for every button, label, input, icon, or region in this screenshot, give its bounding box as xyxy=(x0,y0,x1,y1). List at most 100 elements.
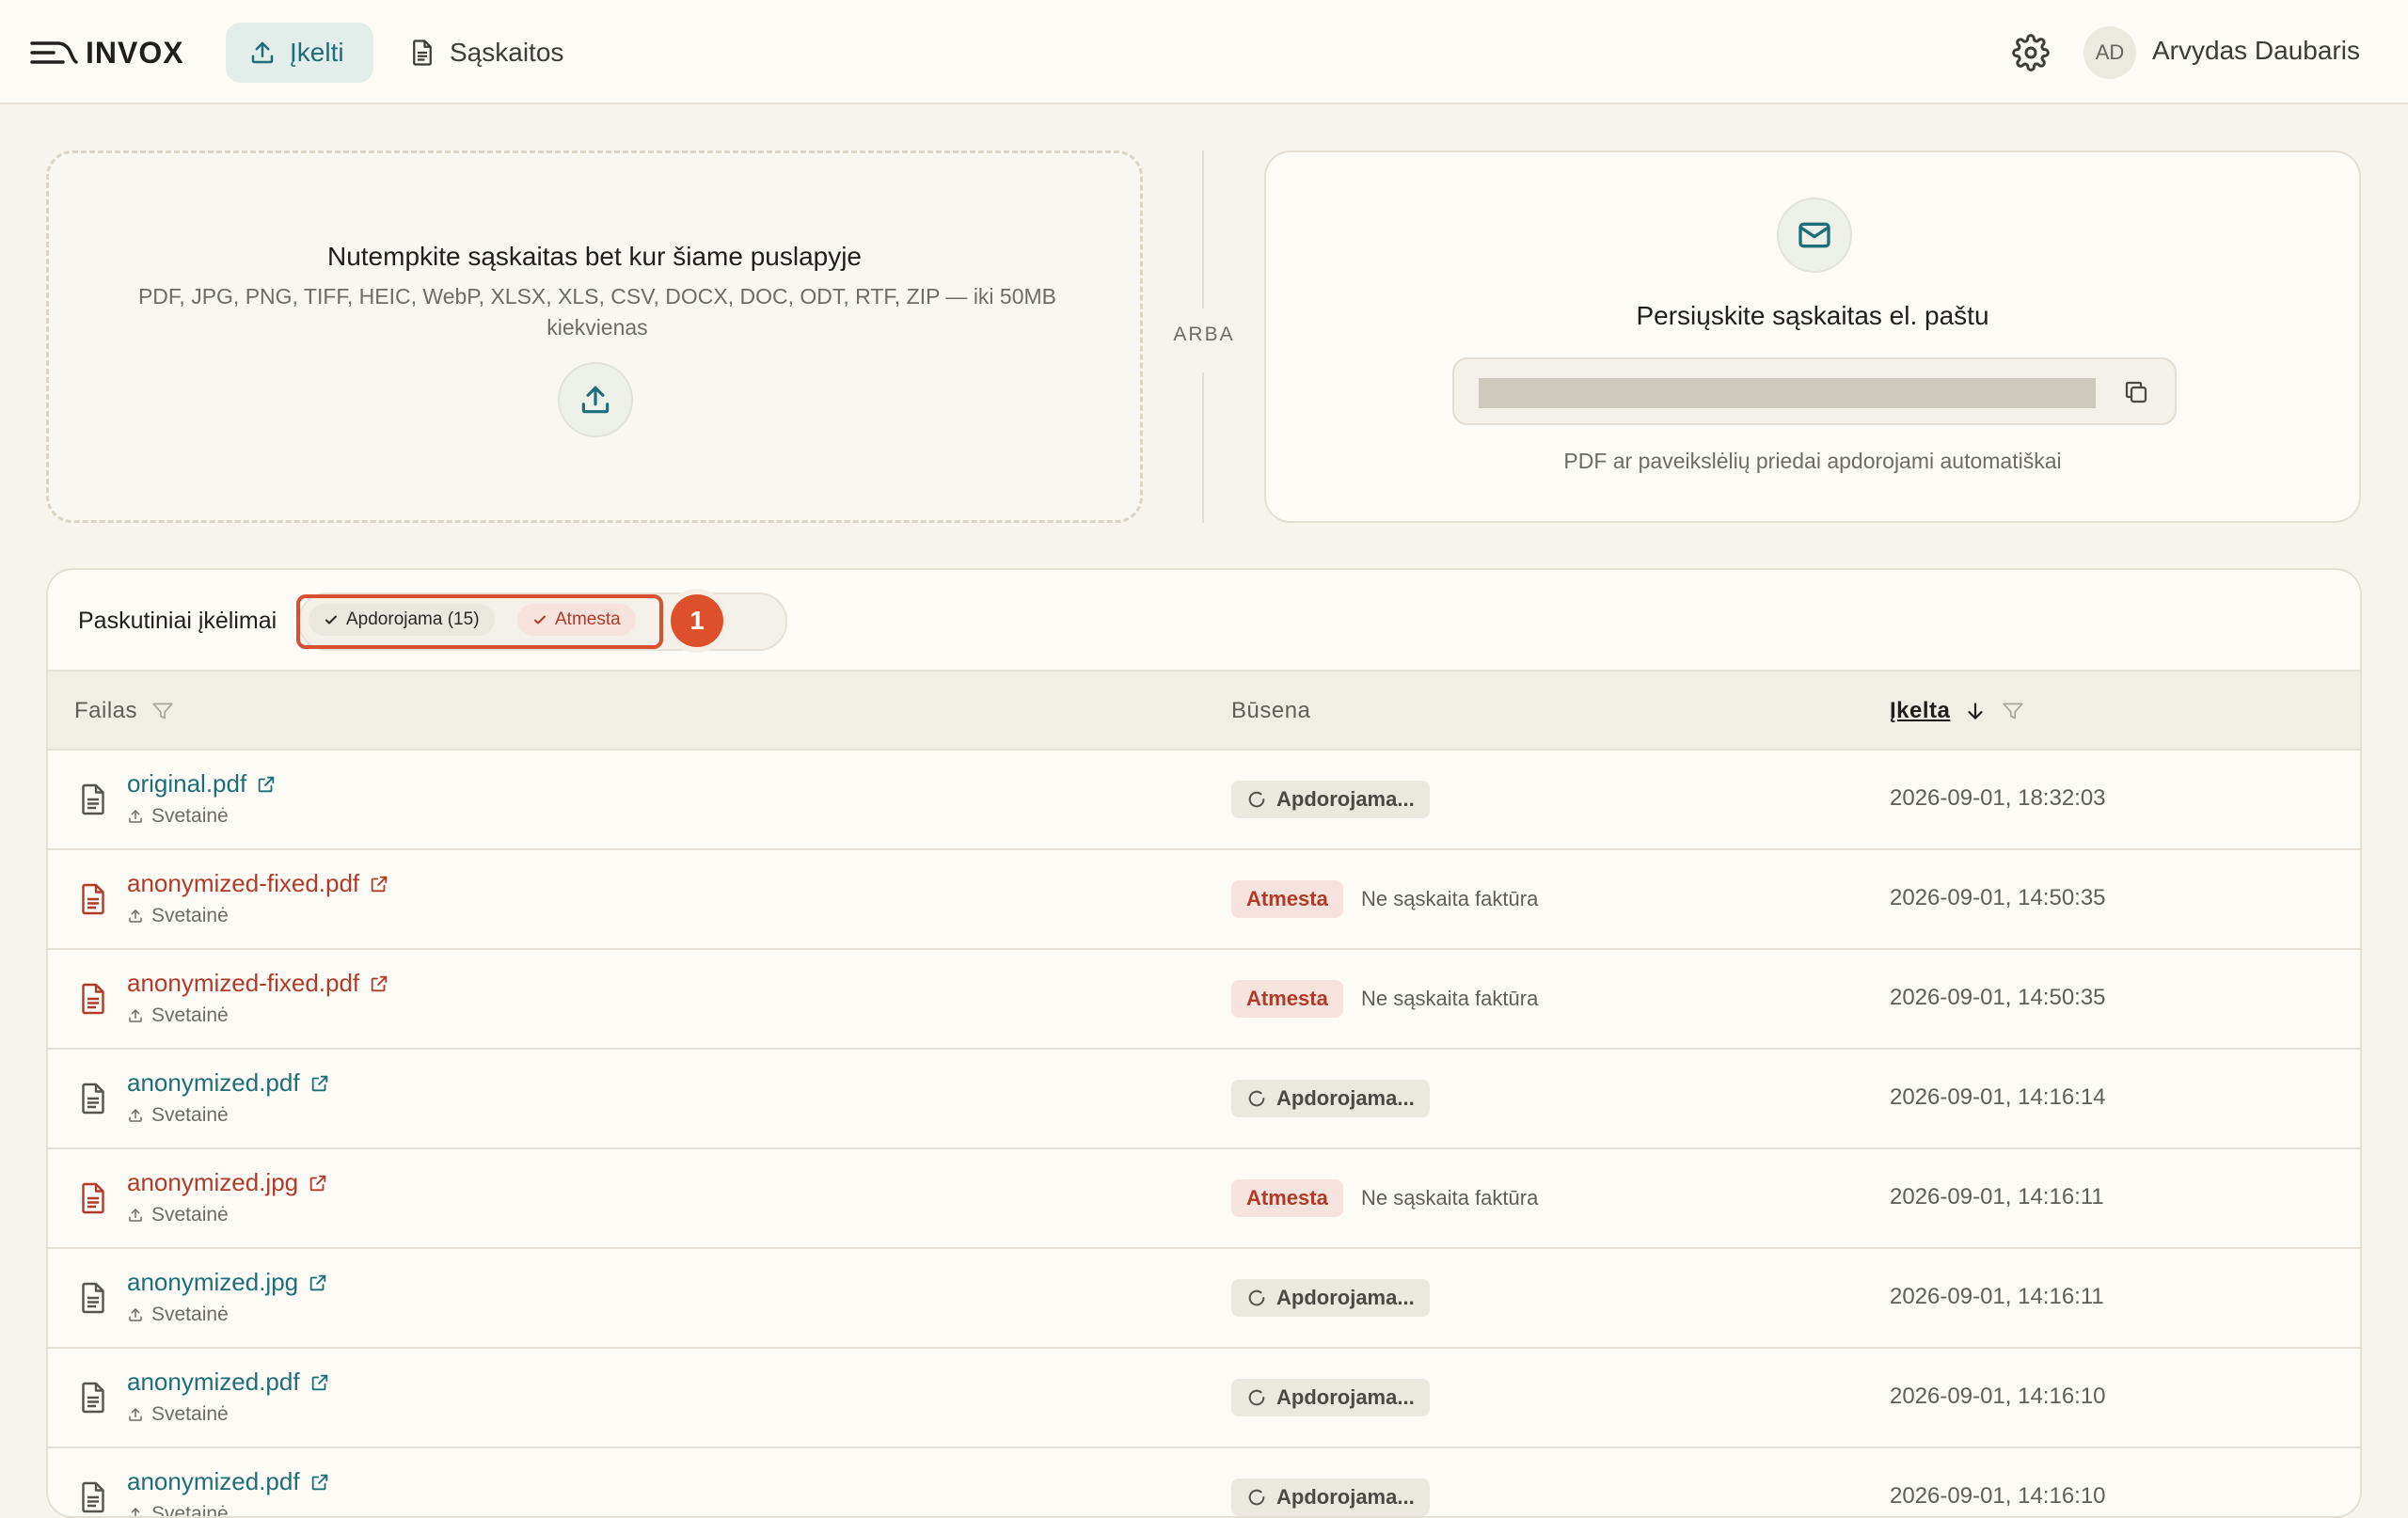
file-link[interactable]: anonymized-fixed.pdf xyxy=(127,969,389,998)
status-label: Atmesta xyxy=(1246,987,1328,1010)
file-name[interactable]: anonymized-fixed.pdf xyxy=(127,969,359,998)
dropzone-formats: PDF, JPG, PNG, TIFF, HEIC, WebP, XLSX, X… xyxy=(137,284,1057,340)
file-name[interactable]: anonymized.jpg xyxy=(127,1268,298,1297)
nav-upload-button[interactable]: Įkelti xyxy=(226,23,373,83)
status-badge: Atmesta xyxy=(1231,980,1343,1018)
file-link[interactable]: anonymized-fixed.pdf xyxy=(127,869,389,898)
rejection-reason: Ne sąskaita faktūra xyxy=(1361,1186,1539,1210)
file-source-label: Svetainė xyxy=(151,1204,229,1225)
mail-icon xyxy=(1798,222,1830,248)
upload-date: 2026-09-01, 14:50:35 xyxy=(1890,985,2106,1010)
copy-email-button[interactable] xyxy=(2120,376,2152,408)
external-link-icon[interactable] xyxy=(256,774,277,795)
table-row[interactable]: anonymized.pdf Svetainė Apdorojama... 2026-… xyxy=(48,1050,2360,1149)
file-link[interactable]: original.pdf xyxy=(127,769,277,799)
table-row[interactable]: anonymized-fixed.pdf Svetainė Atmesta Ne są… xyxy=(48,850,2360,950)
upload-icon xyxy=(251,41,274,64)
status-badge: Apdorojama... xyxy=(1231,781,1430,818)
avatar[interactable]: AD xyxy=(2083,26,2136,79)
external-link-icon[interactable] xyxy=(309,1472,330,1493)
file-icon xyxy=(82,1182,104,1214)
logo[interactable]: INVOX xyxy=(29,28,184,77)
status-label: Apdorojama... xyxy=(1276,787,1415,811)
file-dropzone[interactable]: Nutempkite sąskaitas bet kur šiame pusla… xyxy=(46,150,1143,523)
logo-text: INVOX xyxy=(86,35,184,70)
nav-invoices-button[interactable]: Sąskaitos xyxy=(386,23,593,83)
file-source-label: Svetainė xyxy=(151,1104,229,1126)
column-header-status-label: Būsena xyxy=(1231,698,1311,723)
column-header-file[interactable]: Failas xyxy=(74,698,175,724)
upload-icon xyxy=(129,909,142,923)
table-row[interactable]: original.pdf Svetainė Apdorojama... 2026-09… xyxy=(48,751,2360,850)
table-row[interactable]: anonymized-fixed.pdf Svetainė Atmesta Ne są… xyxy=(48,950,2360,1050)
table-row[interactable]: anonymized.jpg Svetainė Atmesta Ne sąskaita… xyxy=(48,1149,2360,1249)
upload-icon xyxy=(129,1009,142,1022)
file-source-label: Svetainė xyxy=(151,1004,229,1026)
file-link[interactable]: anonymized.pdf xyxy=(127,1368,330,1397)
file-name[interactable]: anonymized.pdf xyxy=(127,1368,300,1397)
filter-icon[interactable] xyxy=(150,699,175,723)
dropzone-upload-button[interactable] xyxy=(558,362,633,437)
spinner-icon xyxy=(1248,1389,1265,1406)
file-source: Svetainė xyxy=(127,1004,229,1027)
status-label: Apdorojama... xyxy=(1276,1086,1415,1110)
file-link[interactable]: anonymized.pdf xyxy=(127,1467,330,1496)
email-address-field[interactable] xyxy=(1452,357,2177,425)
document-icon xyxy=(413,40,432,66)
external-link-icon[interactable] xyxy=(309,1372,330,1393)
email-card-title: Persiųskite sąskaitas el. paštu xyxy=(1636,301,1989,330)
rejection-reason: Ne sąskaita faktūra xyxy=(1361,887,1539,910)
divider-top xyxy=(1202,150,1204,308)
upload-date: 2026-09-01, 14:16:11 xyxy=(1890,1184,2104,1210)
step-badge: 1 xyxy=(671,594,723,647)
sort-descending-icon[interactable] xyxy=(1963,699,1988,723)
file-name[interactable]: anonymized.pdf xyxy=(127,1068,300,1098)
column-header-uploaded-label: Įkelta xyxy=(1890,698,1951,723)
status-badge: Atmesta xyxy=(1231,1179,1343,1217)
file-source: Svetainė xyxy=(127,1403,229,1426)
status-badge: Atmesta xyxy=(1231,880,1343,918)
file-icon xyxy=(82,883,104,915)
file-source-label: Svetainė xyxy=(151,905,229,926)
column-header-file-label: Failas xyxy=(74,698,138,723)
file-name[interactable]: anonymized-fixed.pdf xyxy=(127,869,359,898)
table-row[interactable]: anonymized.pdf Svetainė Apdorojama... 2026-… xyxy=(48,1448,2360,1518)
external-link-icon[interactable] xyxy=(308,1173,328,1194)
external-link-icon[interactable] xyxy=(308,1273,328,1293)
upload-icon xyxy=(129,1209,142,1222)
user-name[interactable]: Arvydas Daubaris xyxy=(2152,36,2360,66)
upload-date: 2026-09-01, 18:32:03 xyxy=(1890,785,2106,811)
nav-upload-label: Įkelti xyxy=(290,38,344,67)
file-link[interactable]: anonymized.jpg xyxy=(127,1168,328,1197)
external-link-icon[interactable] xyxy=(309,1073,330,1094)
filter-highlight-frame xyxy=(296,594,663,649)
table-header: Failas Būsena Įkelta xyxy=(48,670,2360,751)
settings-button[interactable] xyxy=(2012,34,2050,71)
upload-icon xyxy=(129,1308,142,1321)
file-source: Svetainė xyxy=(127,905,229,927)
file-source-label: Svetainė xyxy=(151,1503,229,1518)
file-source: Svetainė xyxy=(127,1104,229,1127)
column-header-status[interactable]: Būsena xyxy=(1231,698,1310,724)
column-header-uploaded[interactable]: Įkelta xyxy=(1890,698,2025,724)
file-name[interactable]: anonymized.pdf xyxy=(127,1467,300,1496)
file-link[interactable]: anonymized.jpg xyxy=(127,1268,328,1297)
file-name[interactable]: original.pdf xyxy=(127,769,246,799)
table-row[interactable]: anonymized.pdf Svetainė Apdorojama... 2026-… xyxy=(48,1349,2360,1448)
filter-icon[interactable] xyxy=(2001,699,2025,723)
upload-icon xyxy=(129,810,142,823)
upload-date: 2026-09-01, 14:16:11 xyxy=(1890,1284,2104,1309)
logo-icon xyxy=(30,41,78,64)
rejection-reason: Ne sąskaita faktūra xyxy=(1361,987,1539,1010)
file-name[interactable]: anonymized.jpg xyxy=(127,1168,298,1197)
file-source: Svetainė xyxy=(127,1503,229,1518)
external-link-icon[interactable] xyxy=(369,973,389,994)
spinner-icon xyxy=(1248,1289,1265,1306)
table-row[interactable]: anonymized.jpg Svetainė Apdorojama... 2026-… xyxy=(48,1249,2360,1349)
top-bar: INVOX Įkelti Sąskaitos AD Arvydas Daubar… xyxy=(0,0,2408,104)
upload-date: 2026-09-01, 14:16:14 xyxy=(1890,1084,2106,1110)
status-label: Atmesta xyxy=(1246,1186,1328,1210)
upload-icon xyxy=(129,1508,142,1516)
external-link-icon[interactable] xyxy=(369,874,389,894)
file-link[interactable]: anonymized.pdf xyxy=(127,1068,330,1098)
